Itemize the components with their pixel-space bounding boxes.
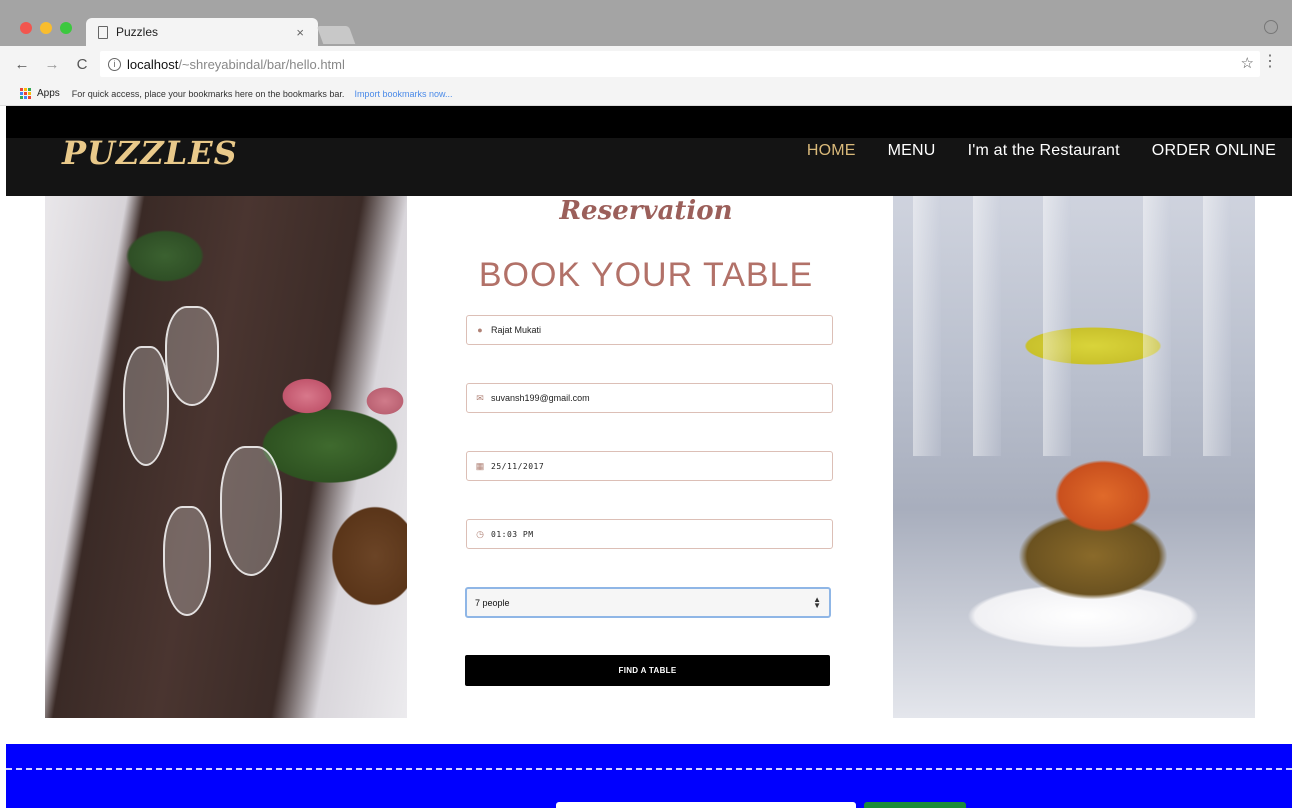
- nav-order-online[interactable]: ORDER ONLINE: [1152, 142, 1276, 160]
- calendar-icon: ▦: [475, 460, 485, 471]
- tab-title: Puzzles: [116, 25, 159, 39]
- browser-window: Puzzles × ← → C i localhost /~shreyabind…: [0, 0, 1292, 808]
- nav-home[interactable]: HOME: [807, 142, 856, 160]
- user-icon: ●: [477, 325, 483, 335]
- clock-icon: ◷: [476, 528, 484, 539]
- bookmark-star-icon[interactable]: ☆: [1241, 54, 1254, 72]
- address-bar[interactable]: i localhost /~shreyabindal/bar/hello.htm…: [100, 51, 1260, 77]
- forward-arrow-icon[interactable]: →: [44, 56, 60, 73]
- bookmarks-hint: For quick access, place your bookmarks h…: [71, 88, 345, 99]
- tab-puzzles[interactable]: Puzzles ×: [86, 18, 318, 46]
- site-footer: [6, 744, 1292, 808]
- reload-icon[interactable]: C: [74, 56, 90, 73]
- new-tab-button[interactable]: [316, 26, 356, 44]
- date-value: 25/11/2017: [491, 461, 545, 471]
- minimize-window-button[interactable]: [40, 22, 52, 34]
- book-table-title: BOOK YOUR TABLE: [478, 256, 814, 294]
- import-bookmarks-link[interactable]: Import bookmarks now...: [354, 89, 452, 99]
- url-path: /~shreyabindal/bar/hello.html: [178, 56, 345, 72]
- bookmarks-bar: Apps For quick access, place your bookma…: [0, 82, 1292, 106]
- time-field[interactable]: ◷ 01:03 PM: [466, 519, 833, 549]
- name-field[interactable]: ● Rajat Mukati: [466, 315, 833, 345]
- page-icon: [98, 25, 108, 39]
- footer-divider: [6, 768, 1292, 770]
- apps-grid-icon[interactable]: [20, 87, 32, 100]
- close-window-button[interactable]: [20, 22, 32, 34]
- apps-link[interactable]: Apps: [37, 88, 60, 99]
- nav-menu[interactable]: MENU: [888, 142, 936, 160]
- web-page: PUZZLES HOME MENU I'm at the Restaurant …: [0, 106, 1292, 808]
- browser-toolbar: ← → C i localhost /~shreyabindal/bar/hel…: [0, 46, 1292, 82]
- tab-close-icon[interactable]: ×: [296, 25, 304, 40]
- date-field[interactable]: ▦ 25/11/2017: [466, 451, 833, 481]
- nav-at-restaurant[interactable]: I'm at the Restaurant: [968, 142, 1120, 160]
- browser-menu-icon[interactable]: ⋮: [1262, 54, 1278, 70]
- footer-input[interactable]: [556, 802, 856, 808]
- profile-icon[interactable]: [1264, 20, 1278, 34]
- envelope-icon: ✉: [476, 392, 484, 403]
- reservation-subtitle: Reservation: [559, 196, 733, 226]
- footer-button[interactable]: [864, 802, 966, 808]
- site-header: PUZZLES HOME MENU I'm at the Restaurant …: [6, 106, 1292, 196]
- party-size-select[interactable]: 7 people ▲ ▼: [465, 587, 831, 618]
- email-value: suvansh199@gmail.com: [491, 393, 590, 403]
- main-nav: HOME MENU I'm at the Restaurant ORDER ON…: [775, 142, 1276, 160]
- site-logo[interactable]: PUZZLES: [62, 134, 238, 172]
- party-size-value: 7 people: [475, 597, 510, 608]
- maximize-window-button[interactable]: [60, 22, 72, 34]
- time-value: 01:03 PM: [491, 529, 534, 539]
- find-table-button[interactable]: FIND A TABLE: [465, 655, 830, 686]
- tab-strip: Puzzles ×: [0, 0, 1292, 46]
- url-host: localhost: [127, 56, 179, 72]
- email-field[interactable]: ✉ suvansh199@gmail.com: [466, 383, 833, 413]
- back-arrow-icon[interactable]: ←: [14, 56, 30, 73]
- info-icon[interactable]: i: [108, 57, 121, 71]
- select-arrows-icon: ▲ ▼: [813, 594, 821, 610]
- name-value: Rajat Mukati: [491, 325, 542, 335]
